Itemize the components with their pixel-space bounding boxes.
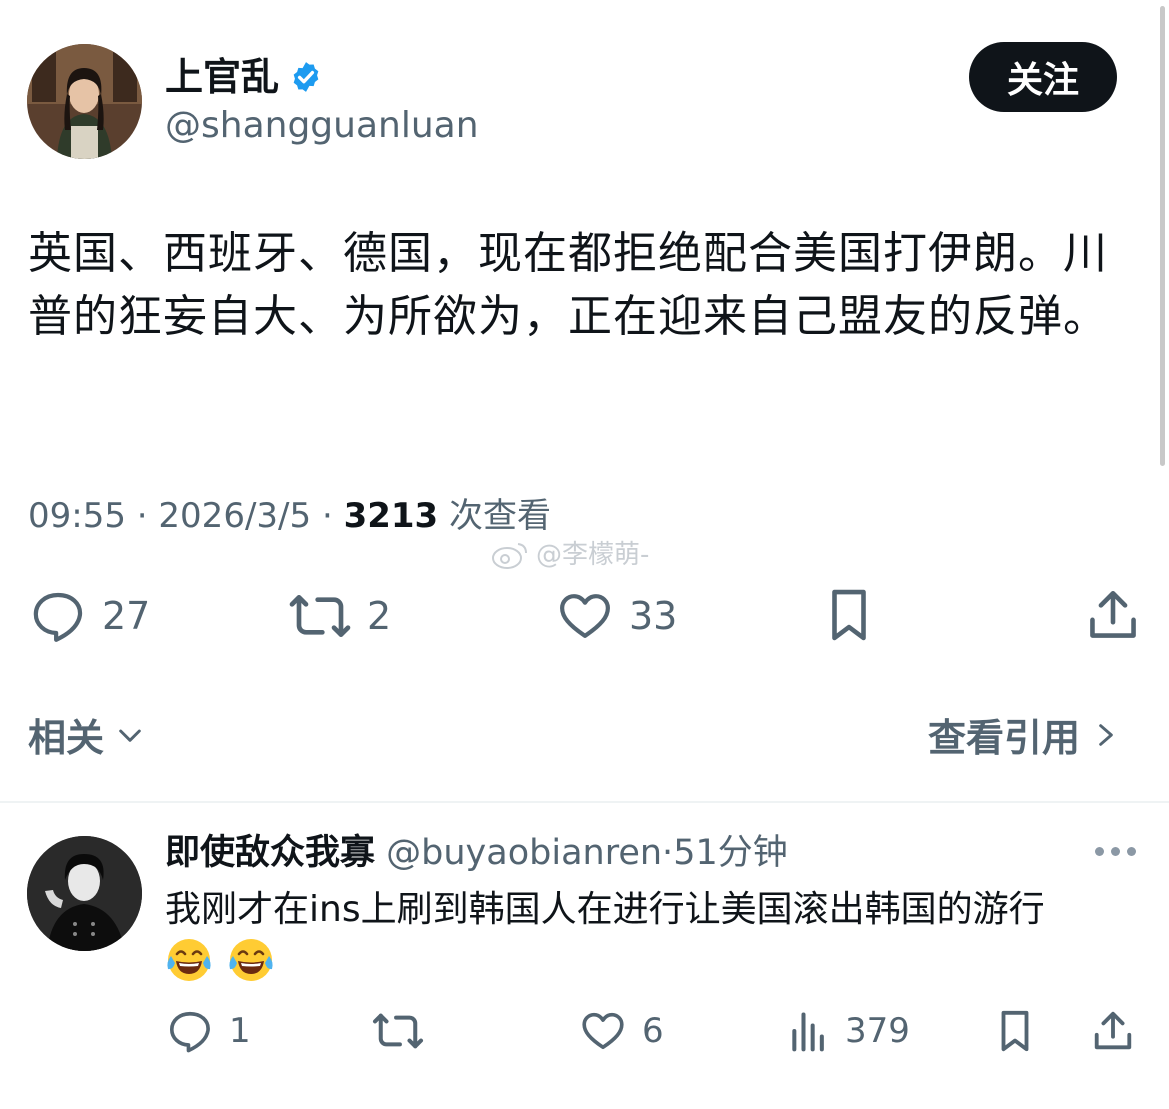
analytics-icon — [792, 1012, 824, 1052]
scrollbar[interactable] — [1160, 6, 1165, 466]
related-label: 相关 — [28, 716, 105, 760]
follow-button[interactable]: 关注 — [969, 42, 1117, 112]
reply-bookmark-button[interactable] — [992, 1006, 1038, 1056]
reply-time-separator: · — [662, 833, 674, 873]
emoji-row — [165, 936, 275, 984]
reply-count: 27 — [102, 594, 151, 638]
watermark-text: @李檬萌- — [536, 540, 650, 570]
divider — [0, 801, 1169, 803]
view-label: 次查看 — [449, 496, 552, 536]
share-button[interactable] — [1084, 586, 1142, 644]
reply-views-button[interactable]: 379 — [787, 1008, 910, 1054]
meta-separator: · — [136, 496, 148, 536]
reply-views-count: 379 — [845, 1011, 910, 1051]
related-toggle[interactable]: 相关 — [28, 707, 146, 762]
avatar-image — [27, 44, 142, 159]
reply-text: 我刚才在ins上刷到韩国人在进行让美国滚出韩国的游行 — [165, 889, 1045, 930]
face-with-tears-of-joy-icon — [229, 939, 273, 981]
author-name[interactable]: 上官乱 — [165, 52, 279, 102]
meta-separator: · — [321, 496, 333, 536]
heart-icon — [582, 1012, 624, 1050]
reply-reply-count: 1 — [229, 1011, 251, 1051]
more-dot-icon — [1111, 847, 1120, 856]
view-quotes-label: 查看引用 — [928, 716, 1081, 760]
bookmark-icon — [1001, 1010, 1029, 1052]
chevron-down-icon — [119, 729, 141, 742]
view-quotes-link[interactable]: 查看引用 — [928, 707, 1118, 762]
view-count: 3213 — [343, 496, 439, 536]
chevron-right-icon — [1099, 723, 1113, 746]
bookmark-icon — [832, 589, 866, 641]
tweet-date[interactable]: 2026/3/5 — [158, 496, 311, 536]
reply-avatar-image — [27, 836, 142, 951]
retweet-icon — [372, 1013, 424, 1049]
tweet-text: 英国、西班牙、德国，现在都拒绝配合美国打伊朗。川普的狂妄自大、为所欲为，正在迎来… — [28, 228, 1108, 342]
reply-like-button[interactable]: 6 — [578, 1008, 664, 1054]
reply-author-avatar[interactable] — [27, 836, 142, 951]
reply-author-handle[interactable]: @buyaobianren — [386, 833, 662, 873]
heart-icon — [560, 594, 610, 638]
reply-time[interactable]: 51分钟 — [673, 833, 788, 873]
like-button[interactable]: 33 — [555, 588, 677, 644]
tweet-meta: 09:55 · 2026/3/5 · 3213 次查看 — [28, 493, 551, 539]
reply-retweet-button[interactable] — [370, 1008, 426, 1054]
reply-reply-button[interactable]: 1 — [165, 1008, 251, 1054]
reply-share-button[interactable] — [1090, 1006, 1136, 1056]
reply-header: 即使敌众我寡 @buyaobianren·51分钟 — [165, 830, 788, 876]
reply-author-name[interactable]: 即使敌众我寡 — [165, 833, 375, 873]
weibo-logo-icon — [492, 543, 527, 569]
watermark: @李檬萌- — [490, 538, 649, 572]
verified-badge-icon[interactable] — [289, 60, 323, 94]
reply-button[interactable]: 27 — [28, 588, 150, 644]
more-dot-icon — [1095, 847, 1104, 856]
reply-icon — [169, 1011, 210, 1053]
retweet-count: 2 — [367, 594, 392, 638]
author-name-row: 上官乱 — [165, 52, 323, 102]
more-options-button[interactable] — [1095, 847, 1136, 856]
reply-like-count: 6 — [642, 1011, 664, 1051]
tweet-time[interactable]: 09:55 — [28, 496, 126, 536]
like-count: 33 — [629, 594, 678, 638]
share-icon — [1090, 590, 1136, 638]
more-dot-icon — [1127, 847, 1136, 856]
face-with-tears-of-joy-icon — [167, 939, 211, 981]
retweet-button[interactable]: 2 — [287, 588, 391, 644]
share-icon — [1094, 1011, 1132, 1050]
bookmark-button[interactable] — [820, 585, 878, 645]
reply-icon — [33, 592, 83, 642]
author-avatar[interactable] — [27, 44, 142, 159]
retweet-icon — [289, 595, 351, 637]
author-handle[interactable]: @shangguanluan — [165, 104, 479, 148]
